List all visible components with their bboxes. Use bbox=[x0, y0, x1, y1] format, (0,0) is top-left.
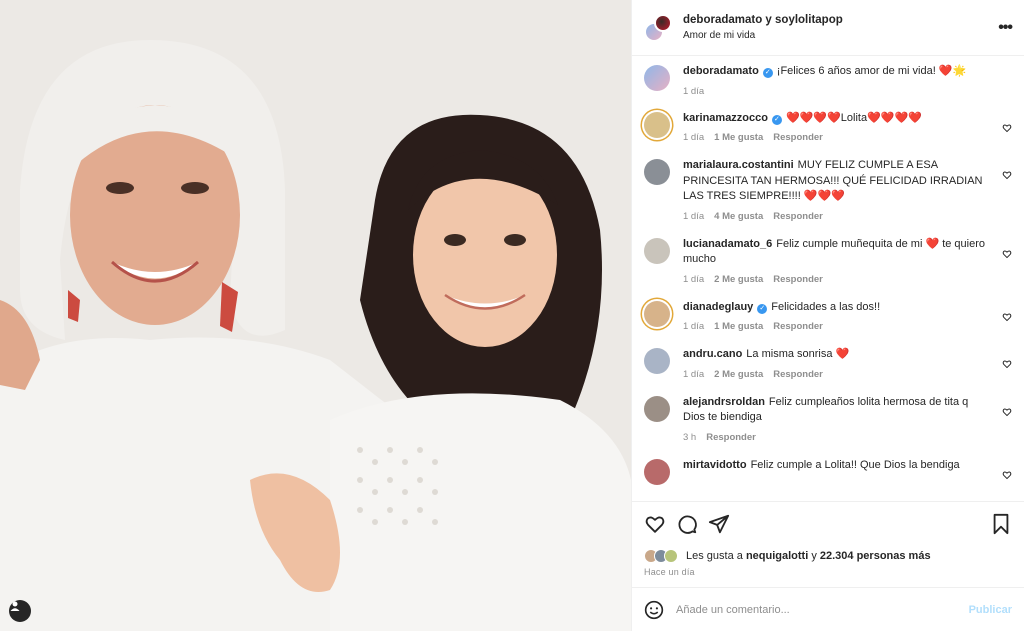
verified-icon: ✓ bbox=[757, 303, 768, 314]
comment-time[interactable]: 3 h bbox=[683, 432, 696, 443]
comment-text: Feliz cumple a Lolita!! Que Dios la bend… bbox=[750, 458, 960, 471]
avatar[interactable] bbox=[644, 300, 670, 327]
bookmark-icon[interactable] bbox=[990, 513, 1012, 535]
avatar[interactable] bbox=[644, 65, 670, 91]
reply-button[interactable]: Responder bbox=[773, 132, 823, 143]
comment-likes[interactable]: 4 Me gusta bbox=[714, 211, 763, 222]
verified-icon: ✓ bbox=[771, 114, 782, 125]
emoji-icon[interactable] bbox=[644, 600, 664, 620]
comment-username[interactable]: andru.cano bbox=[683, 348, 742, 360]
post-comment-button[interactable]: Publicar bbox=[969, 604, 1012, 616]
action-bar bbox=[632, 501, 1024, 545]
comment-like-icon[interactable] bbox=[1002, 407, 1012, 417]
comment-item: dianadeglauy ✓ Felicidades a las dos!! 1 dí… bbox=[644, 300, 1012, 332]
caption-username[interactable]: deboradamato bbox=[683, 65, 759, 77]
avatar[interactable] bbox=[644, 395, 670, 422]
comments-list[interactable]: deboradamato ✓ ¡Felices 6 años amor de mi … bbox=[632, 56, 1024, 501]
comment-likes[interactable]: 2 Me gusta bbox=[714, 274, 763, 285]
comment-time[interactable]: 1 día bbox=[683, 132, 704, 143]
comment-text: ❤️❤️❤️❤️Lolita❤️❤️❤️❤️ bbox=[785, 111, 922, 124]
likes-user[interactable]: nequigalotti bbox=[746, 550, 808, 562]
avatar bbox=[654, 13, 672, 32]
avatar[interactable] bbox=[644, 458, 670, 485]
comment-like-icon[interactable] bbox=[1002, 312, 1012, 322]
comment-item: andru.cano La misma sonrisa ❤️ 1 día 2 Me g… bbox=[644, 347, 1012, 380]
comment-like-icon[interactable] bbox=[1002, 170, 1012, 180]
comment-time[interactable]: 1 día bbox=[683, 274, 704, 285]
comment-username[interactable]: mirtavidotto bbox=[683, 459, 747, 471]
comment-input[interactable] bbox=[676, 603, 969, 616]
comment-like-icon[interactable] bbox=[1002, 470, 1012, 480]
liker-avatars bbox=[644, 549, 678, 563]
comment-item: lucianadamato_6 Feliz cumple muñequita de… bbox=[644, 237, 1012, 285]
more-options-icon[interactable]: ••• bbox=[988, 19, 1013, 37]
reply-button[interactable]: Responder bbox=[773, 211, 823, 222]
post-authors[interactable]: deboradamato y soylolitapop bbox=[683, 14, 988, 26]
comment-username[interactable]: dianadeglauy bbox=[683, 301, 753, 313]
verified-icon: ✓ bbox=[762, 68, 773, 78]
comment-username[interactable]: karinamazzocco bbox=[683, 112, 768, 124]
comment-likes[interactable]: 1 Me gusta bbox=[714, 321, 763, 332]
collab-avatars[interactable] bbox=[644, 13, 672, 42]
caption-text: ¡Felices 6 años amor de mi vida! ❤️🌟 bbox=[776, 65, 967, 77]
comment-username[interactable]: alejandrsroldan bbox=[683, 396, 765, 408]
avatar[interactable] bbox=[644, 348, 670, 374]
avatar[interactable] bbox=[644, 237, 670, 264]
reply-button[interactable]: Responder bbox=[773, 274, 823, 285]
comment-item: mirtavidotto Feliz cumple a Lolita!! Que … bbox=[644, 458, 1012, 485]
comment-like-icon[interactable] bbox=[1002, 249, 1012, 259]
comment-text: La misma sonrisa ❤️ bbox=[746, 348, 850, 360]
caption-time[interactable]: 1 día bbox=[683, 86, 704, 97]
comment-text: Felicidades a las dos!! bbox=[771, 300, 881, 313]
comment-item: karinamazzocco ✓ ❤️❤️❤️❤️Lolita❤️❤️❤️❤️ 1 d… bbox=[644, 111, 1012, 143]
comment-like-icon[interactable] bbox=[1002, 123, 1012, 133]
comment-composer: Publicar bbox=[632, 587, 1024, 631]
avatar[interactable] bbox=[644, 111, 670, 138]
heart-icon[interactable] bbox=[644, 513, 666, 535]
comment-item: marialaura.costantini MUY FELIZ CUMPLE A … bbox=[644, 158, 1012, 222]
comment-time[interactable]: 1 día bbox=[683, 369, 704, 380]
avatar[interactable] bbox=[644, 159, 670, 185]
post-audio-label[interactable]: Amor de mi vida bbox=[683, 30, 988, 41]
likes-prefix: Les gusta a bbox=[686, 550, 743, 562]
reply-button[interactable]: Responder bbox=[773, 321, 823, 332]
comment-icon[interactable] bbox=[676, 513, 698, 535]
reply-button[interactable]: Responder bbox=[773, 369, 823, 380]
comment-likes[interactable]: 1 Me gusta bbox=[714, 132, 763, 143]
caption: deboradamato ✓ ¡Felices 6 años amor de mi … bbox=[644, 64, 1012, 97]
share-icon[interactable] bbox=[708, 513, 730, 535]
comment-like-icon[interactable] bbox=[1002, 359, 1012, 369]
comment-item: alejandrsroldan Feliz cumpleaños lolita h… bbox=[644, 395, 1012, 443]
post-header: deboradamato y soylolitapop Amor de mi v… bbox=[632, 0, 1024, 56]
likes-connector: y bbox=[811, 550, 817, 562]
comment-username[interactable]: lucianadamato_6 bbox=[683, 238, 772, 250]
photo-illustration bbox=[0, 0, 631, 631]
likes-count[interactable]: 22.304 personas más bbox=[820, 550, 931, 562]
comment-username[interactable]: marialaura.costantini bbox=[683, 159, 794, 171]
user-tag-icon[interactable] bbox=[9, 600, 31, 622]
likes-summary[interactable]: Les gusta a nequigalotti y 22.304 person… bbox=[632, 545, 1024, 567]
comment-likes[interactable]: 2 Me gusta bbox=[714, 369, 763, 380]
comment-time[interactable]: 1 día bbox=[683, 321, 704, 332]
comment-time[interactable]: 1 día bbox=[683, 211, 704, 222]
reply-button[interactable]: Responder bbox=[706, 432, 756, 443]
post-side-panel: deboradamato y soylolitapop Amor de mi v… bbox=[631, 0, 1024, 631]
post-photo[interactable] bbox=[0, 0, 631, 631]
post-time[interactable]: Hace un día bbox=[632, 567, 1024, 583]
